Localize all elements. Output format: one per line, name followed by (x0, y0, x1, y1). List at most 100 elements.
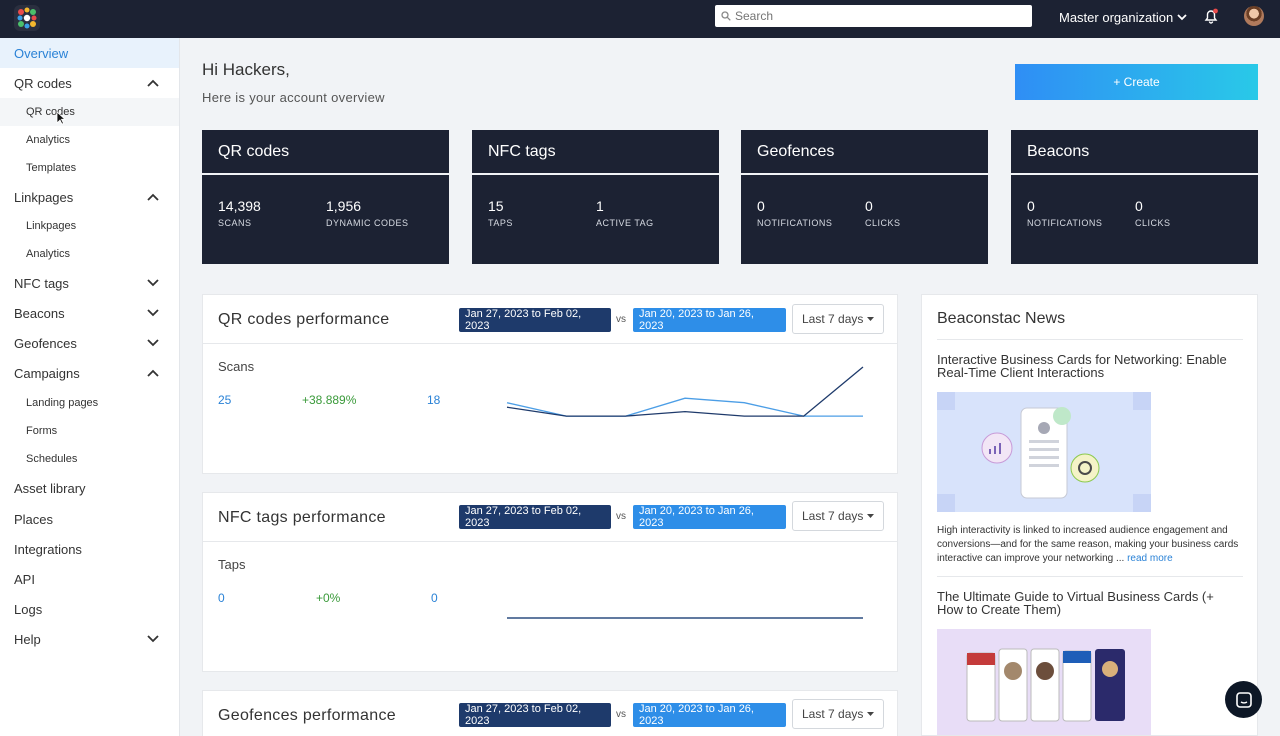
stat-card-geofences[interactable]: Geofences 0 NOTIFICATIONS 0 CLICKS (741, 130, 988, 264)
search-icon (721, 11, 731, 21)
sidebar-item-label: Places (14, 511, 54, 527)
organization-switcher[interactable]: Master organization (1059, 10, 1187, 25)
stat-label: NOTIFICATIONS (1027, 218, 1103, 228)
sidebar-item-api[interactable]: API (0, 564, 179, 594)
sidebar-item-campaigns[interactable]: Campaigns (0, 358, 179, 388)
date-range-previous[interactable]: Jan 20, 2023 to Jan 26, 2023 (633, 505, 786, 529)
vs-label: vs (616, 709, 626, 720)
sidebar-item-logs[interactable]: Logs (0, 594, 179, 624)
sidebar-item-label: Linkpages (26, 220, 77, 232)
sidebar-item-label: Geofences (14, 335, 77, 351)
sidebar-item-geofences[interactable]: Geofences (0, 328, 179, 358)
sidebar-item-overview[interactable]: Overview (0, 38, 179, 68)
sparkline-previous-series (506, 397, 863, 417)
qr-performance-card: QR codes performance Jan 27, 2023 to Feb… (202, 294, 898, 474)
sidebar-subitem-qr-analytics[interactable]: Analytics (0, 126, 179, 154)
period-dropdown-label: Last 7 days (802, 707, 864, 721)
beaconstac-logo[interactable] (12, 3, 42, 33)
sidebar-item-help[interactable]: Help (0, 624, 179, 654)
sidebar-subitem-templates[interactable]: Templates (0, 154, 179, 182)
sidebar-item-label: API (14, 571, 35, 587)
nfc-taps-sparkline (507, 617, 863, 619)
search-box[interactable] (715, 5, 1032, 27)
date-range-previous[interactable]: Jan 20, 2023 to Jan 26, 2023 (633, 308, 786, 332)
sidebar-subitem-linkpages[interactable]: Linkpages (0, 212, 179, 240)
sidebar-item-label: QR codes (14, 75, 72, 91)
divider (203, 343, 897, 344)
stat-value: 0 (757, 198, 765, 214)
metric-current-value: 25 (218, 393, 232, 407)
stat-label: ACTIVE TAG (596, 218, 654, 228)
create-button[interactable]: + Create (1015, 64, 1258, 100)
sidebar-subitem-linkpages-analytics[interactable]: Analytics (0, 240, 179, 268)
stat-value: 1,956 (326, 198, 362, 214)
bell-icon[interactable] (1202, 7, 1220, 25)
greeting: Hi Hackers, (202, 60, 290, 79)
sidebar-item-label: QR codes (26, 106, 75, 118)
sidebar-subitem-forms[interactable]: Forms (0, 417, 179, 445)
sidebar-item-label: Beacons (14, 305, 65, 321)
stat-value: 0 (865, 198, 873, 214)
period-dropdown-label: Last 7 days (802, 312, 864, 326)
period-dropdown[interactable]: Last 7 days (792, 501, 884, 531)
stat-card-beacons[interactable]: Beacons 0 NOTIFICATIONS 0 CLICKS (1011, 130, 1258, 264)
news-article-title[interactable]: Interactive Business Cards for Networkin… (937, 353, 1243, 379)
sidebar-item-asset-library[interactable]: Asset library (0, 473, 179, 503)
chevron-up-icon (147, 79, 159, 87)
search-input[interactable] (735, 9, 1015, 23)
sidebar-item-label: Landing pages (26, 397, 99, 409)
divider (937, 339, 1243, 340)
news-article-excerpt: High interactivity is linked to increase… (937, 524, 1243, 566)
date-range-current[interactable]: Jan 27, 2023 to Feb 02, 2023 (459, 505, 611, 529)
period-dropdown[interactable]: Last 7 days (792, 304, 884, 334)
caret-down-icon (867, 514, 875, 518)
stat-card-qr-codes[interactable]: QR codes 14,398 SCANS 1,956 DYNAMIC CODE… (202, 130, 449, 264)
date-range-previous[interactable]: Jan 20, 2023 to Jan 26, 2023 (633, 703, 786, 727)
stat-value: 0 (1135, 198, 1143, 214)
stat-value: 1 (596, 198, 604, 214)
stat-label: DYNAMIC CODES (326, 218, 409, 228)
news-article-image[interactable] (937, 392, 1151, 512)
metric-label: Scans (218, 359, 255, 374)
card-title: QR codes performance (218, 311, 390, 328)
qr-scans-sparkline (506, 366, 864, 417)
news-excerpt-text: High interactivity is linked to increase… (937, 525, 1239, 564)
sidebar-item-linkpages[interactable]: Linkpages (0, 182, 179, 212)
stat-label: NOTIFICATIONS (757, 218, 833, 228)
sidebar-item-label: Analytics (26, 134, 71, 146)
sidebar-subitem-qr-codes[interactable]: QR codes (0, 98, 179, 126)
sidebar-item-beacons[interactable]: Beacons (0, 298, 179, 328)
read-more-link[interactable]: read more (1127, 553, 1173, 564)
date-range-current[interactable]: Jan 27, 2023 to Feb 02, 2023 (459, 703, 611, 727)
sidebar-item-nfc-tags[interactable]: NFC tags (0, 268, 179, 298)
chevron-up-icon (147, 193, 159, 201)
news-article-image[interactable] (937, 629, 1151, 736)
metric-change: +0% (316, 591, 341, 605)
user-avatar[interactable] (1244, 6, 1264, 26)
card-title: Geofences performance (218, 707, 396, 724)
sidebar-item-integrations[interactable]: Integrations (0, 534, 179, 564)
vs-label: vs (616, 314, 626, 325)
news-heading: Beaconstac News (937, 310, 1066, 327)
chevron-down-icon (147, 279, 159, 287)
sidebar-item-label: Asset library (14, 480, 86, 496)
stat-card-title: QR codes (202, 130, 449, 175)
metric-current-value: 0 (218, 591, 225, 605)
sidebar: Overview QR codes QR codes Analytics Tem… (0, 38, 180, 736)
date-range-current[interactable]: Jan 27, 2023 to Feb 02, 2023 (459, 308, 611, 332)
caret-down-icon (867, 712, 875, 716)
chevron-down-icon (1177, 14, 1187, 21)
sidebar-item-places[interactable]: Places (0, 504, 179, 534)
metric-previous-value: 0 (431, 591, 438, 605)
stat-card-nfc-tags[interactable]: NFC tags 15 TAPS 1 ACTIVE TAG (472, 130, 719, 264)
sidebar-subitem-landing-pages[interactable]: Landing pages (0, 389, 179, 417)
chat-widget-button[interactable] (1225, 681, 1262, 718)
stat-value: 0 (1027, 198, 1035, 214)
sidebar-item-label: Integrations (14, 541, 82, 557)
period-dropdown[interactable]: Last 7 days (792, 699, 884, 729)
sidebar-item-qr-codes[interactable]: QR codes (0, 68, 179, 98)
news-article-title[interactable]: The Ultimate Guide to Virtual Business C… (937, 590, 1243, 616)
sidebar-subitem-schedules[interactable]: Schedules (0, 445, 179, 473)
divider (203, 541, 897, 542)
stat-card-title: Beacons (1011, 130, 1258, 175)
